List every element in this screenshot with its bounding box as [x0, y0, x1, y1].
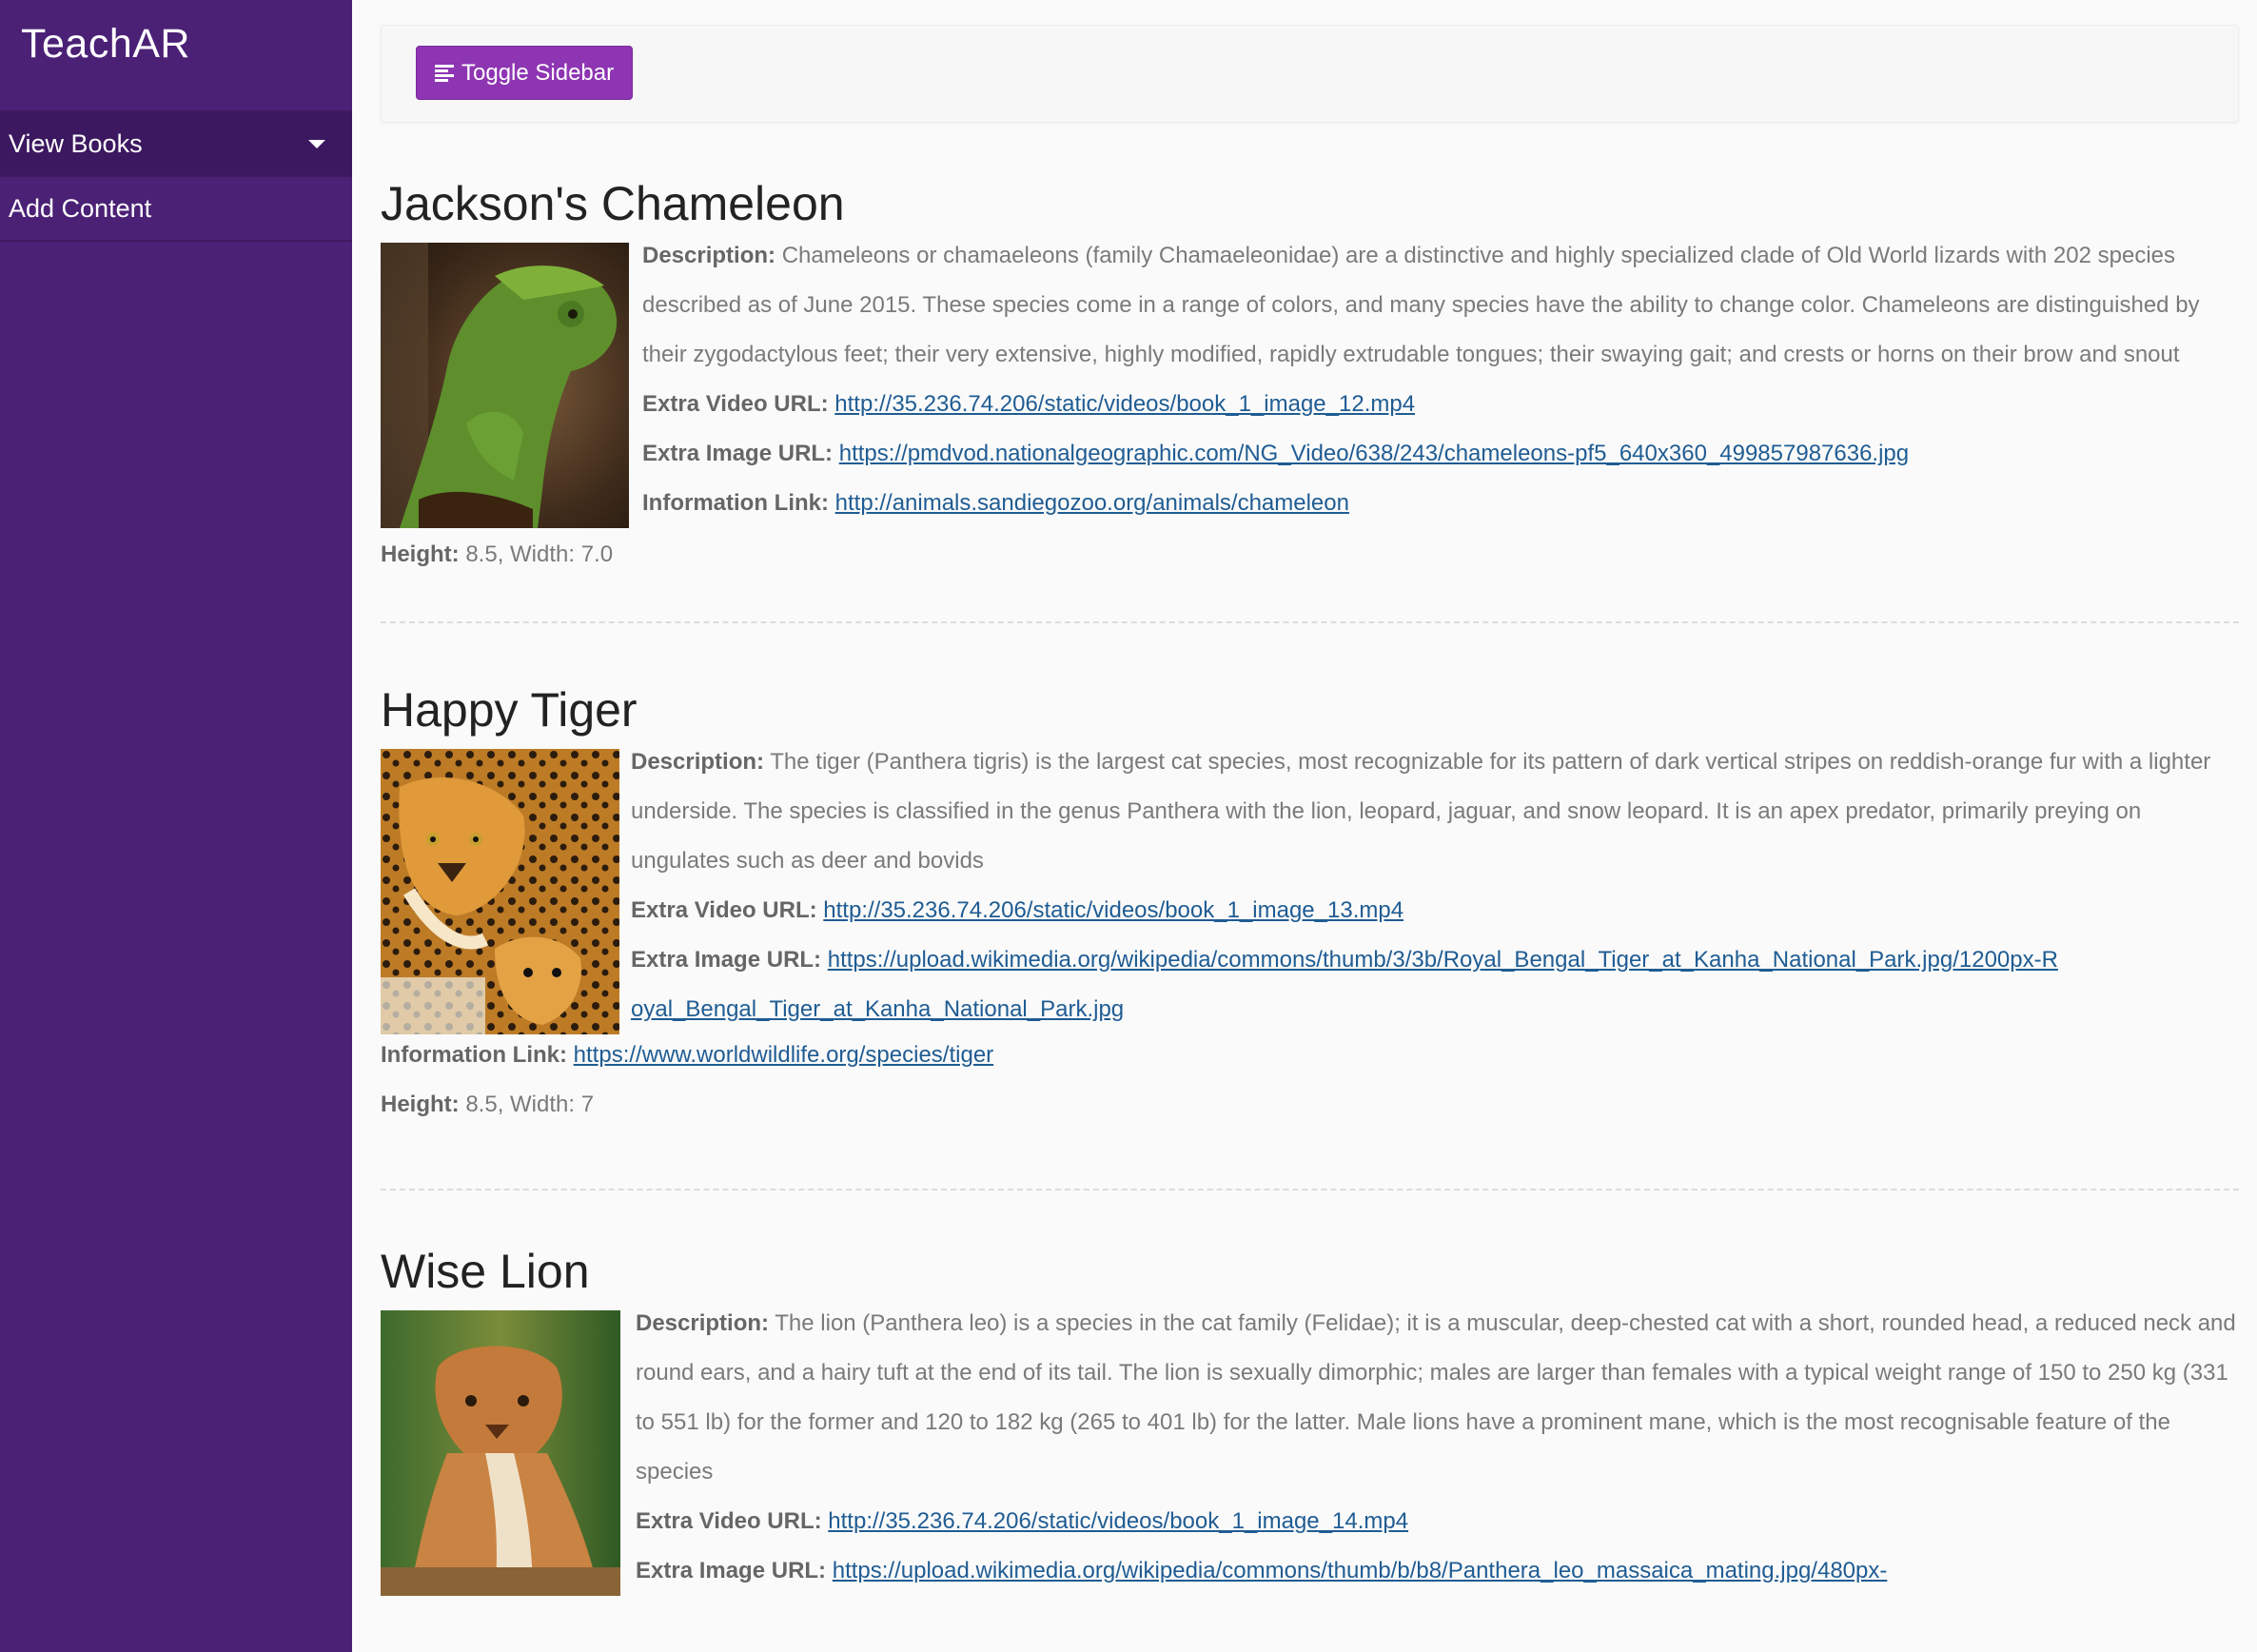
sidebar-item-add-content[interactable]: Add Content: [0, 177, 352, 242]
info-link[interactable]: https://www.worldwildlife.org/species/ti…: [574, 1042, 994, 1068]
video-url-label: Extra Video URL:: [636, 1508, 822, 1534]
video-url-link[interactable]: http://35.236.74.206/static/videos/book_…: [834, 391, 1415, 417]
description-text: The tiger (Panthera tigris) is the large…: [631, 749, 2211, 874]
image-url-label: Extra Image URL:: [636, 1558, 827, 1583]
book-info: Information Link: https://www.worldwildl…: [381, 1031, 2239, 1130]
book-title: Jackson's Chameleon: [381, 177, 845, 230]
dimensions-text: 8.5, Width: 7.0: [465, 541, 614, 567]
description-label: Description:: [631, 749, 765, 775]
image-url-link[interactable]: https://upload.wikimedia.org/wikipedia/c…: [833, 1558, 1888, 1583]
main-content: Toggle Sidebar Jackson's Chameleon Descr…: [352, 0, 2257, 1652]
video-url-link[interactable]: http://35.236.74.206/static/videos/book_…: [823, 897, 1403, 923]
sidebar-item-label: Add Content: [9, 193, 152, 223]
align-left-icon: [435, 64, 454, 83]
image-url-link[interactable]: https://pmdvod.nationalgeographic.com/NG…: [839, 441, 1909, 466]
divider: [381, 621, 2239, 623]
description-text: Chameleons or chamaeleons (family Chamae…: [642, 243, 2200, 367]
book-entry: Jackson's Chameleon Description: Chamele…: [381, 180, 2239, 580]
video-url-label: Extra Video URL:: [642, 391, 829, 417]
book-details: Description: The lion (Panthera leo) is …: [636, 1299, 2239, 1596]
book-title: Wise Lion: [381, 1245, 590, 1298]
sidebar-item-view-books[interactable]: View Books: [0, 112, 352, 177]
image-url-link[interactable]: https://upload.wikimedia.org/wikipedia/c…: [631, 947, 2058, 1022]
info-link-label: Information Link:: [381, 1042, 567, 1068]
video-url-label: Extra Video URL:: [631, 897, 817, 923]
book-dimensions: Height: 8.5, Width: 7: [381, 1080, 2239, 1130]
info-link-label: Information Link:: [642, 490, 829, 516]
description-label: Description:: [642, 243, 776, 268]
chameleon-image: [381, 243, 629, 528]
lion-image: [381, 1310, 620, 1596]
toggle-sidebar-button[interactable]: Toggle Sidebar: [416, 46, 634, 100]
caret-down-icon: [308, 139, 325, 148]
book-dimensions: Height: 8.5, Width: 7.0: [381, 530, 2239, 580]
book-entry: Wise Lion Description: The lion (Panther…: [381, 1248, 2239, 1596]
tiger-image: [381, 749, 619, 1034]
toggle-sidebar-label: Toggle Sidebar: [461, 59, 615, 86]
height-label: Height:: [381, 1092, 460, 1117]
description-label: Description:: [636, 1310, 770, 1336]
image-url-label: Extra Image URL:: [642, 441, 834, 466]
brand-title[interactable]: TeachAR: [0, 0, 352, 112]
book-entry: Happy Tiger Description: The tiger (Pant…: [381, 686, 2239, 1130]
height-label: Height:: [381, 541, 460, 567]
top-navbar: Toggle Sidebar: [381, 25, 2239, 123]
book-details: Description: Chameleons or chamaeleons (…: [642, 231, 2239, 528]
divider: [381, 1189, 2239, 1190]
book-details: Description: The tiger (Panthera tigris)…: [631, 738, 2239, 1034]
book-title: Happy Tiger: [381, 683, 638, 737]
dimensions-text: 8.5, Width: 7: [465, 1092, 595, 1117]
sidebar-item-label: View Books: [9, 128, 143, 158]
sidebar: TeachAR View Books Add Content: [0, 0, 352, 1652]
image-url-label: Extra Image URL:: [631, 947, 822, 973]
description-text: The lion (Panthera leo) is a species in …: [636, 1310, 2236, 1485]
video-url-link[interactable]: http://35.236.74.206/static/videos/book_…: [828, 1508, 1408, 1534]
info-link[interactable]: http://animals.sandiegozoo.org/animals/c…: [835, 490, 1349, 516]
